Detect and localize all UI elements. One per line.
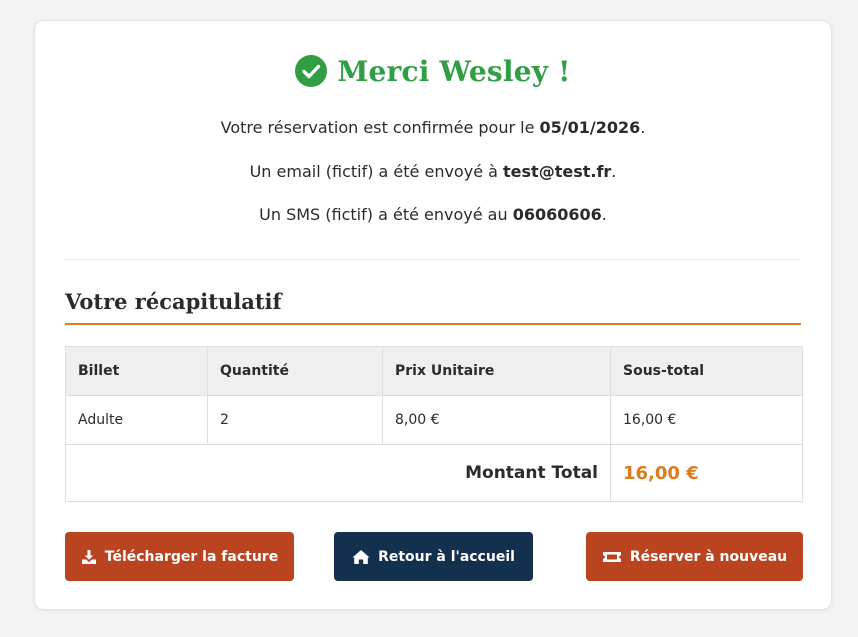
period: .	[611, 162, 617, 181]
email-prefix: Un email (fictif) a été envoyé à	[249, 162, 504, 181]
cell-billet: Adulte	[65, 395, 208, 445]
ticket-icon	[602, 551, 621, 562]
check-circle-icon	[295, 55, 328, 87]
download-icon	[81, 549, 96, 564]
back-home-label: Retour à l'accueil	[378, 548, 515, 565]
recap-title-underline	[65, 323, 801, 325]
period: .	[601, 205, 607, 224]
reservation-confirmation-text: Votre réservation est confirmée pour le …	[35, 118, 831, 137]
cell-prix-unitaire: 8,00 €	[382, 395, 611, 445]
confirmation-header: Merci Wesley !	[35, 51, 831, 91]
total-row: Montant Total 16,00 €	[65, 444, 803, 502]
period: .	[640, 118, 646, 137]
table-header-row: Billet Quantité Prix Unitaire Sous-total	[65, 346, 803, 396]
home-icon	[352, 549, 370, 564]
download-invoice-button[interactable]: Télécharger la facture	[65, 532, 294, 581]
reservation-prefix: Votre réservation est confirmée pour le	[220, 118, 540, 137]
back-home-button[interactable]: Retour à l'accueil	[334, 532, 533, 581]
column-header-billet: Billet	[65, 346, 208, 396]
reservation-date: 05/01/2026	[539, 118, 641, 137]
table-row: Adulte 2 8,00 € 16,00 €	[65, 395, 803, 445]
sms-prefix: Un SMS (fictif) a été envoyé au	[259, 205, 513, 224]
total-value: 16,00 €	[610, 444, 803, 502]
recap-table: Billet Quantité Prix Unitaire Sous-total…	[65, 346, 803, 502]
total-label: Montant Total	[65, 444, 611, 502]
cell-sous-total: 16,00 €	[610, 395, 803, 445]
book-again-label: Réserver à nouveau	[629, 548, 788, 565]
column-header-sous-total: Sous-total	[610, 346, 803, 396]
download-invoice-label: Télécharger la facture	[104, 548, 279, 565]
book-again-button[interactable]: Réserver à nouveau	[586, 532, 803, 581]
thanks-title: Merci Wesley !	[337, 54, 571, 88]
sms-confirmation-text: Un SMS (fictif) a été envoyé au 06060606…	[35, 205, 831, 224]
recap-title: Votre récapitulatif	[65, 289, 282, 314]
column-header-quantite: Quantité	[207, 346, 383, 396]
email-confirmation-text: Un email (fictif) a été envoyé à test@te…	[35, 162, 831, 181]
confirmation-card: Merci Wesley ! Votre réservation est con…	[34, 20, 832, 610]
email-address: test@test.fr	[503, 162, 612, 181]
divider	[65, 259, 801, 260]
cell-quantite: 2	[207, 395, 383, 445]
phone-number: 06060606	[512, 205, 602, 224]
column-header-prix-unitaire: Prix Unitaire	[382, 346, 611, 396]
